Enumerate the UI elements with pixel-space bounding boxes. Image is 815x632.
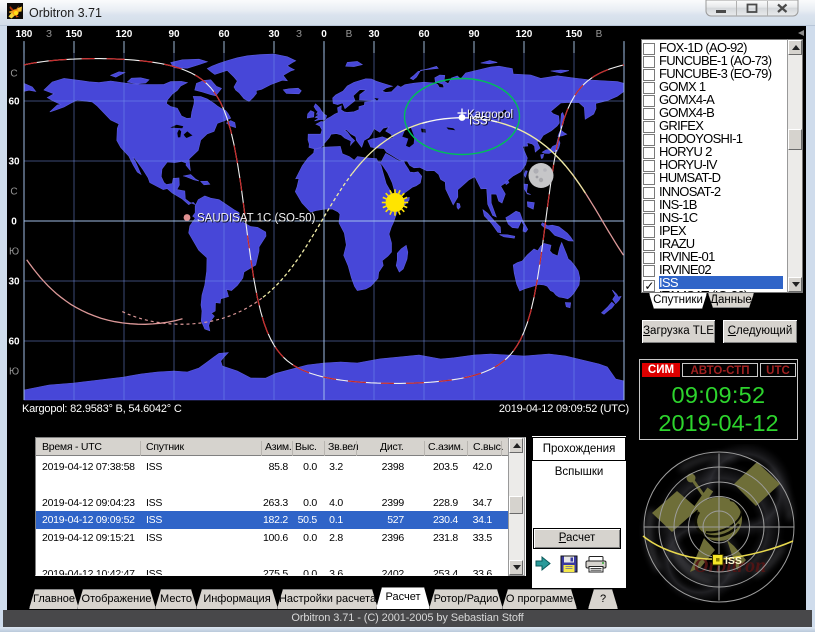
svg-text:30: 30 — [368, 29, 380, 40]
svg-text:ISS: ISS — [469, 116, 488, 128]
svg-text:180: 180 — [16, 29, 33, 40]
svg-text:90: 90 — [468, 29, 480, 40]
svg-text:В: В — [596, 29, 603, 40]
svg-text:60: 60 — [218, 29, 230, 40]
svg-text:120: 120 — [116, 29, 133, 40]
svg-text:С: С — [10, 187, 17, 198]
svg-text:С: С — [10, 69, 17, 80]
svg-text:Ю: Ю — [9, 367, 19, 378]
svg-text:60: 60 — [8, 337, 20, 348]
svg-text:SAUDISAT 1C (SO-50): SAUDISAT 1C (SO-50) — [197, 213, 316, 225]
svg-text:120: 120 — [516, 29, 533, 40]
svg-text:90: 90 — [168, 29, 180, 40]
svg-text:В: В — [346, 29, 353, 40]
svg-text:30: 30 — [268, 29, 280, 40]
svg-text:З: З — [296, 29, 302, 40]
svg-text:0: 0 — [11, 217, 17, 228]
svg-text:З: З — [46, 29, 52, 40]
svg-text:0: 0 — [321, 29, 327, 40]
svg-text:150: 150 — [66, 29, 83, 40]
svg-text:150: 150 — [566, 29, 583, 40]
svg-text:30: 30 — [8, 277, 20, 288]
svg-text:Ю: Ю — [9, 247, 19, 258]
svg-text:60: 60 — [418, 29, 430, 40]
svg-text:ISS: ISS — [725, 555, 742, 567]
svg-text:60: 60 — [8, 97, 20, 108]
svg-text:30: 30 — [8, 157, 20, 168]
